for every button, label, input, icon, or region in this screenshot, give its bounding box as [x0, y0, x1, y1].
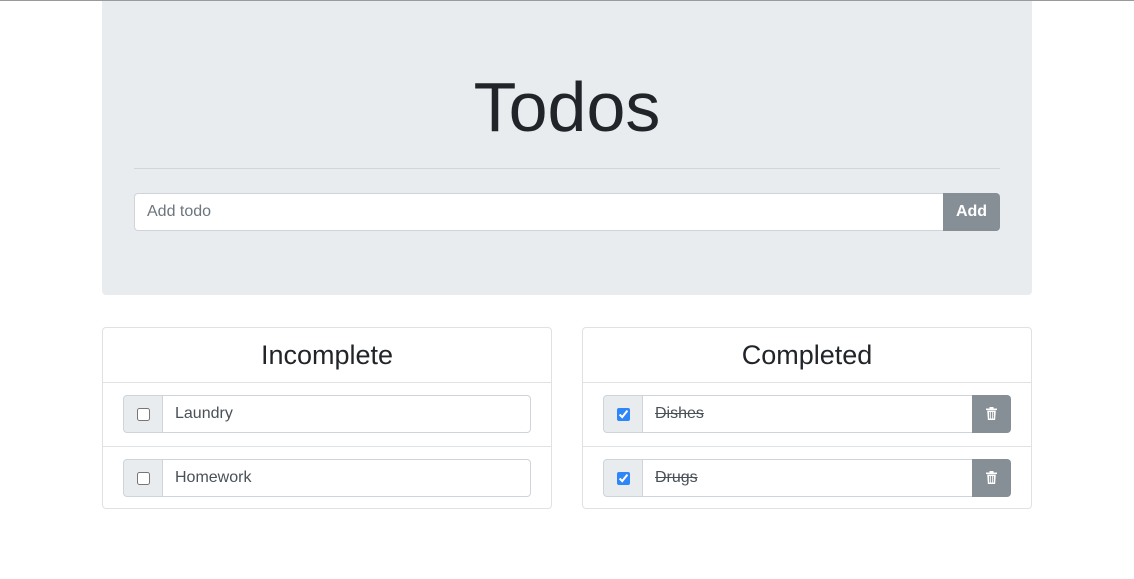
- todo-item-laundry: Laundry: [123, 395, 531, 433]
- todo-checkbox[interactable]: [137, 408, 150, 421]
- todo-label[interactable]: Laundry: [162, 395, 531, 433]
- page-title: Todos: [473, 68, 661, 146]
- todo-checkbox[interactable]: [617, 408, 630, 421]
- todo-label[interactable]: Dishes: [642, 395, 973, 433]
- checkbox-container: [603, 395, 643, 433]
- completed-card: Completed Dishes Drugs: [582, 327, 1032, 509]
- todo-label[interactable]: Homework: [162, 459, 531, 497]
- list-item: Dishes: [583, 383, 1031, 446]
- todo-label[interactable]: Drugs: [642, 459, 973, 497]
- incomplete-card: Incomplete Laundry Homework: [102, 327, 552, 509]
- todo-item-drugs: Drugs: [603, 459, 1011, 497]
- todo-checkbox[interactable]: [137, 472, 150, 485]
- delete-button[interactable]: [972, 395, 1011, 433]
- todo-item-dishes: Dishes: [603, 395, 1011, 433]
- list-item: Laundry: [103, 383, 551, 446]
- checkbox-container: [123, 395, 163, 433]
- list-item: Homework: [103, 446, 551, 509]
- completed-heading: Completed: [583, 328, 1031, 383]
- add-todo-input[interactable]: [134, 193, 944, 231]
- incomplete-heading: Incomplete: [103, 328, 551, 383]
- header-divider: [134, 168, 1000, 169]
- delete-button[interactable]: [972, 459, 1011, 497]
- trash-icon: [986, 471, 997, 484]
- checkbox-container: [123, 459, 163, 497]
- todo-item-homework: Homework: [123, 459, 531, 497]
- header-panel: Todos Add: [102, 1, 1032, 295]
- todo-checkbox[interactable]: [617, 472, 630, 485]
- trash-icon: [986, 407, 997, 420]
- list-item: Drugs: [583, 446, 1031, 509]
- checkbox-container: [603, 459, 643, 497]
- add-button[interactable]: Add: [943, 193, 1000, 231]
